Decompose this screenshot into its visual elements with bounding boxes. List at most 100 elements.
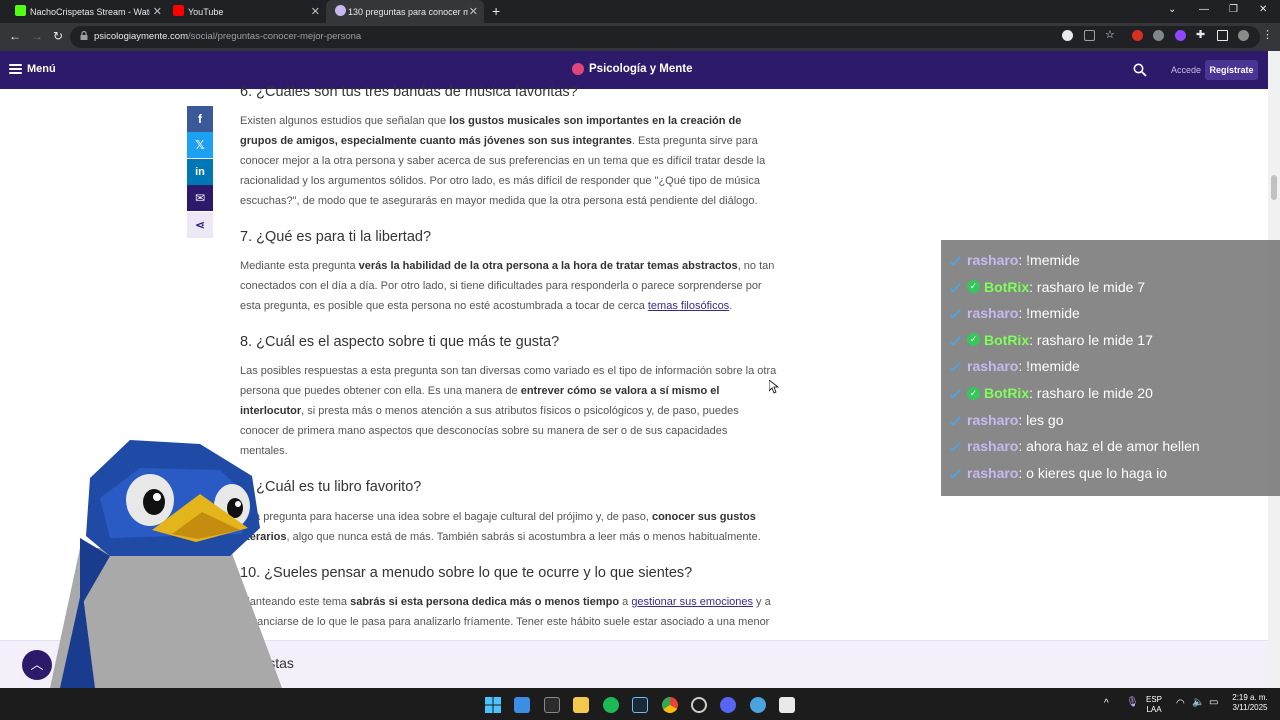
chat-username[interactable]: rasharo: [967, 358, 1018, 374]
bookmark-star-icon[interactable]: ☆: [1105, 30, 1116, 41]
share-icon: ⋖: [194, 218, 206, 232]
chat-text: les go: [1026, 411, 1064, 428]
paragraph: Planteando este tema sabrás si esta pers…: [240, 596, 771, 628]
tab-nachocrispetas[interactable]: NachoCrispetas Stream - Watch I ✕: [10, 0, 168, 23]
login-link[interactable]: Accede: [1171, 65, 1201, 75]
search-icon[interactable]: [1133, 63, 1147, 77]
signup-button[interactable]: Regístrate: [1205, 60, 1258, 80]
extensions-puzzle-icon[interactable]: ✚: [1196, 30, 1207, 41]
facebook-share-button[interactable]: f: [187, 106, 213, 132]
sword-badge-icon: [950, 467, 961, 479]
brain-icon: [572, 63, 584, 75]
notepad-icon[interactable]: [779, 697, 795, 713]
tab-psicologia[interactable]: 130 preguntas para conocer mej ✕: [326, 0, 484, 23]
chat-username[interactable]: BotRix: [984, 332, 1029, 348]
back-button[interactable]: ←: [9, 29, 21, 43]
wifi-icon[interactable]: ◠: [1176, 699, 1185, 709]
sword-badge-icon: [950, 441, 961, 452]
forward-button[interactable]: →: [31, 29, 43, 43]
chrome-icon[interactable]: [662, 697, 678, 713]
microphone-icon[interactable]: 🎙: [1126, 698, 1139, 708]
chat-text: rasharo le mide 7: [1036, 278, 1146, 295]
share-page-icon[interactable]: [1084, 30, 1095, 41]
chat-username[interactable]: rasharo: [967, 305, 1018, 321]
language-indicator[interactable]: ESP LAA: [1146, 695, 1162, 715]
site-header: Menú Psicología y Mente Accede Regístrat…: [0, 51, 1268, 89]
volume-icon[interactable]: 🔈: [1192, 698, 1204, 708]
brand-name: Psicología y Mente: [589, 63, 693, 75]
show-hidden-icons[interactable]: ^: [1104, 699, 1109, 709]
chat-message: rasharo: !memide: [950, 305, 1080, 321]
reload-button[interactable]: ↻: [53, 29, 63, 43]
spotify-icon[interactable]: [603, 697, 619, 713]
chat-message: rasharo: o kieres que lo haga io: [950, 465, 1167, 481]
tab-title: 130 preguntas para conocer mej: [348, 6, 468, 17]
section-heading: 7. ¿Qué es para ti la libertad?: [240, 229, 432, 245]
browser-menu-icon[interactable]: ⋮: [1262, 30, 1273, 41]
close-icon[interactable]: ✕: [311, 5, 320, 18]
clock[interactable]: 2:19 a. m. 3/11/2025: [1228, 693, 1272, 713]
chat-colon: :: [1018, 358, 1027, 375]
sword-badge-icon: [950, 388, 961, 399]
battery-icon[interactable]: ▭: [1209, 698, 1218, 708]
chat-colon: :: [1029, 331, 1037, 348]
facebook-icon: f: [198, 112, 202, 126]
scrollbar-thumb[interactable]: [1271, 175, 1277, 200]
more-share-button[interactable]: ⋖: [187, 212, 213, 238]
file-explorer-icon[interactable]: [573, 697, 589, 713]
photos-icon[interactable]: [514, 697, 530, 713]
manage-emotions-link[interactable]: gestionar sus emociones: [631, 596, 753, 608]
close-icon[interactable]: ✕: [153, 5, 162, 18]
google-icon[interactable]: [1062, 30, 1073, 41]
verified-check-icon: ✓: [967, 280, 980, 294]
penguin-vtuber-avatar: [50, 440, 282, 688]
philosophical-topics-link[interactable]: temas filosóficos: [648, 300, 729, 312]
close-window-button[interactable]: ✕: [1259, 4, 1267, 15]
maximize-button[interactable]: ❐: [1229, 4, 1238, 15]
discord-icon[interactable]: [720, 697, 736, 713]
side-panel-icon[interactable]: [1217, 30, 1228, 41]
extension-shield-icon[interactable]: [1153, 30, 1164, 41]
chat-colon: :: [1029, 278, 1037, 295]
chat-username[interactable]: BotRix: [984, 279, 1029, 295]
new-tab-button[interactable]: +: [492, 3, 500, 19]
obs-icon[interactable]: [691, 697, 707, 713]
windows-start-icon[interactable]: [485, 697, 501, 713]
section-heading: 10. ¿Sueles pensar a menudo sobre lo que…: [240, 565, 693, 581]
chat-text: !memide: [1026, 252, 1080, 268]
chat-username[interactable]: rasharo: [967, 412, 1018, 428]
steam-icon[interactable]: [632, 697, 648, 713]
section-heading: 8. ¿Cuál es el aspecto sobre ti que más …: [240, 334, 560, 350]
extension-twitch-icon[interactable]: [1175, 30, 1186, 41]
chat-message: ✓ BotRix: rasharo le mide 17: [950, 332, 1153, 348]
chat-username[interactable]: BotRix: [984, 385, 1029, 401]
chat-username[interactable]: rasharo: [967, 465, 1018, 481]
tab-youtube[interactable]: YouTube ✕: [168, 0, 326, 23]
sword-badge-icon: [950, 361, 961, 372]
sword-badge-icon: [950, 414, 961, 426]
profile-avatar[interactable]: [1238, 30, 1249, 41]
terminal-icon[interactable]: [544, 697, 560, 713]
x-share-button[interactable]: 𝕏: [187, 132, 213, 158]
verified-check-icon: ✓: [967, 333, 980, 347]
chat-colon: :: [1018, 252, 1027, 268]
browser-globe-icon[interactable]: [750, 697, 766, 713]
chat-colon: :: [1018, 464, 1027, 481]
tab-title: NachoCrispetas Stream - Watch I: [30, 6, 150, 17]
menu-button[interactable]: Menú: [9, 63, 56, 75]
site-logo[interactable]: Psicología y Mente: [572, 63, 693, 75]
linkedin-share-button[interactable]: in: [187, 159, 213, 185]
minimize-button[interactable]: —: [1199, 4, 1209, 15]
email-share-button[interactable]: ✉: [187, 185, 213, 211]
extension-red-icon[interactable]: [1132, 30, 1143, 41]
chat-message: rasharo: !memide: [950, 252, 1080, 268]
chat-username[interactable]: rasharo: [967, 438, 1018, 454]
chat-text: o kieres que lo haga io: [1026, 464, 1168, 481]
chat-colon: :: [1018, 305, 1027, 322]
close-icon[interactable]: ✕: [469, 5, 478, 18]
url-text: psicologiaymente.com/social/preguntas-co…: [94, 31, 362, 42]
sword-badge-icon: [950, 255, 961, 266]
tab-search-icon[interactable]: ⌄: [1168, 4, 1176, 15]
linkedin-icon: in: [195, 166, 205, 178]
chat-username[interactable]: rasharo: [967, 252, 1018, 268]
